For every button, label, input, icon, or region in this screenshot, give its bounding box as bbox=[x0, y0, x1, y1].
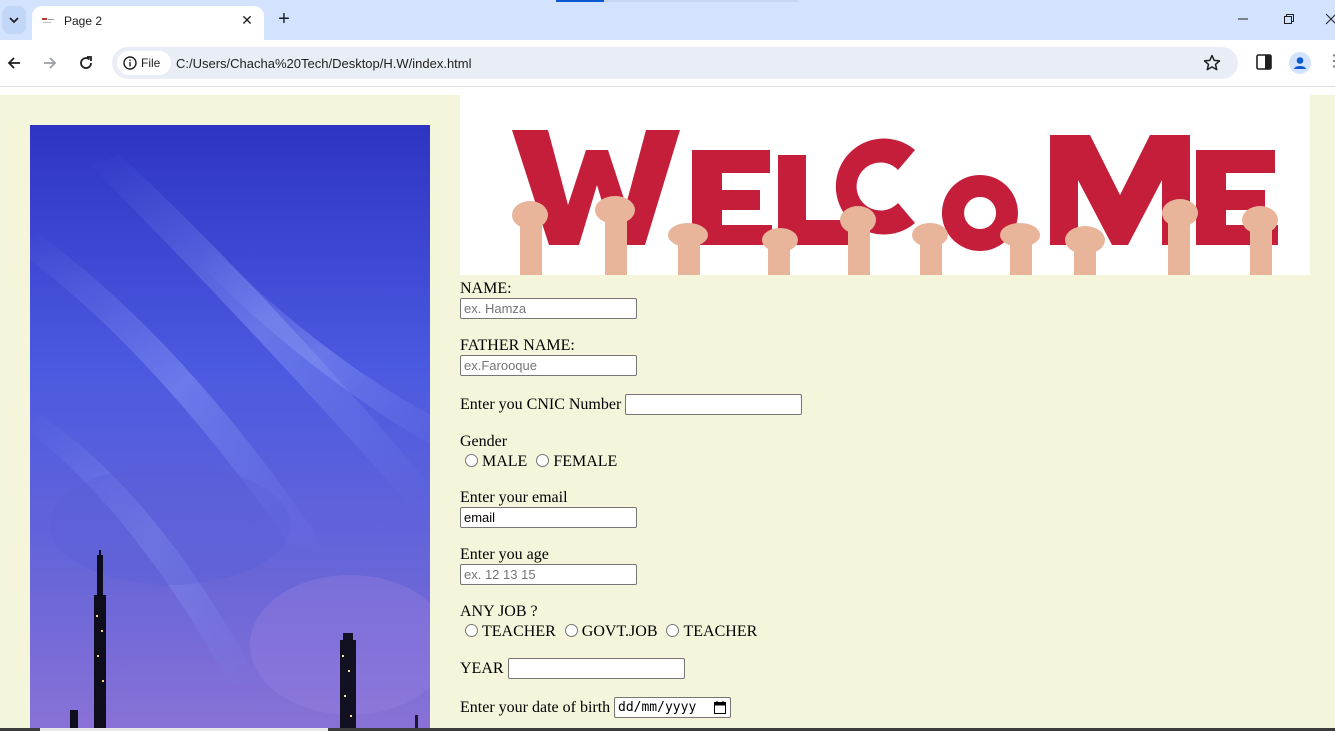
dob-placeholder: dd/mm/yyyy bbox=[618, 700, 697, 715]
tab-page-2[interactable]: Page 2 ✕ bbox=[32, 6, 264, 40]
cnic-label: Enter you CNIC Number bbox=[460, 396, 622, 413]
side-panel-icon[interactable] bbox=[1254, 52, 1274, 72]
tab-search-button[interactable] bbox=[2, 6, 26, 34]
tab-title: Page 2 bbox=[64, 14, 103, 28]
reload-button[interactable] bbox=[74, 51, 98, 75]
age-label: Enter you age bbox=[460, 546, 549, 563]
info-icon bbox=[123, 56, 137, 70]
dob-label: Enter your date of birth bbox=[460, 699, 611, 716]
job-govt-label: GOVT.JOB bbox=[581, 623, 658, 640]
page-body: NAME: ex. Hamza FATHER NAME: ex.Farooque… bbox=[0, 95, 1335, 731]
new-tab-button[interactable]: + bbox=[272, 8, 296, 32]
gender-options: MALE FEMALE bbox=[460, 453, 617, 471]
minimize-button[interactable] bbox=[1230, 8, 1256, 32]
gender-male-label: MALE bbox=[482, 453, 528, 470]
close-icon bbox=[1325, 13, 1335, 25]
minimize-icon bbox=[1238, 18, 1248, 20]
name-label: NAME: bbox=[460, 280, 512, 297]
job-options: TEACHER GOVT.JOB TEACHER bbox=[460, 623, 757, 641]
back-button[interactable] bbox=[2, 51, 26, 75]
tab-strip-accent-light bbox=[604, 0, 798, 2]
gender-female-label: FEMALE bbox=[553, 453, 618, 470]
calendar-icon[interactable] bbox=[714, 701, 726, 714]
address-bar[interactable]: File C:/Users/Chacha%20Tech/Desktop/H.W/… bbox=[112, 47, 1238, 79]
job-govt-radio[interactable] bbox=[564, 624, 578, 637]
page-favicon-icon bbox=[42, 18, 54, 23]
person-icon bbox=[1294, 57, 1306, 69]
arrow-left-icon bbox=[7, 57, 20, 69]
tab-strip-accent bbox=[556, 0, 604, 2]
name-input[interactable]: ex. Hamza bbox=[460, 298, 637, 319]
welcome-banner-image bbox=[460, 95, 1310, 275]
email-label: Enter your email bbox=[460, 489, 568, 506]
chip-label: File bbox=[141, 56, 161, 70]
father-name-label: FATHER NAME: bbox=[460, 337, 575, 354]
gender-label: Gender bbox=[460, 433, 508, 450]
forward-button[interactable] bbox=[38, 51, 62, 75]
job-teacher-2-radio[interactable] bbox=[666, 624, 680, 637]
city-night-sky-image bbox=[30, 125, 430, 731]
job-teacher-2-label: TEACHER bbox=[683, 623, 758, 640]
reload-icon bbox=[80, 56, 92, 69]
restore-icon bbox=[1284, 14, 1294, 24]
tab-strip: Page 2 ✕ + bbox=[0, 0, 1335, 40]
url-text[interactable]: C:/Users/Chacha%20Tech/Desktop/H.W/index… bbox=[176, 56, 472, 71]
year-input[interactable] bbox=[508, 658, 685, 679]
profile-avatar[interactable] bbox=[1289, 52, 1311, 74]
dob-date-input[interactable]: dd/mm/yyyy bbox=[614, 697, 731, 718]
restore-button[interactable] bbox=[1276, 8, 1302, 32]
job-teacher-radio[interactable] bbox=[465, 624, 478, 637]
chevron-down-icon bbox=[9, 17, 19, 24]
father-name-input[interactable]: ex.Farooque bbox=[460, 355, 637, 376]
close-window-button[interactable] bbox=[1318, 8, 1335, 32]
close-tab-icon[interactable]: ✕ bbox=[238, 11, 256, 29]
age-input[interactable]: ex. 12 13 15 bbox=[460, 564, 637, 585]
email-input[interactable]: email bbox=[460, 507, 637, 528]
site-info-chip[interactable]: File bbox=[117, 51, 171, 75]
gender-male-radio[interactable] bbox=[465, 454, 478, 467]
gender-female-radio[interactable] bbox=[536, 454, 550, 467]
job-teacher-label: TEACHER bbox=[482, 623, 556, 640]
job-label: ANY JOB ? bbox=[460, 603, 538, 620]
year-label: YEAR bbox=[460, 660, 504, 677]
browser-menu-icon[interactable]: ⋮ bbox=[1326, 50, 1335, 74]
arrow-right-icon bbox=[44, 57, 57, 69]
cnic-input[interactable] bbox=[625, 394, 802, 415]
bookmark-star-icon[interactable] bbox=[1202, 53, 1222, 73]
browser-toolbar: File C:/Users/Chacha%20Tech/Desktop/H.W/… bbox=[0, 40, 1335, 87]
